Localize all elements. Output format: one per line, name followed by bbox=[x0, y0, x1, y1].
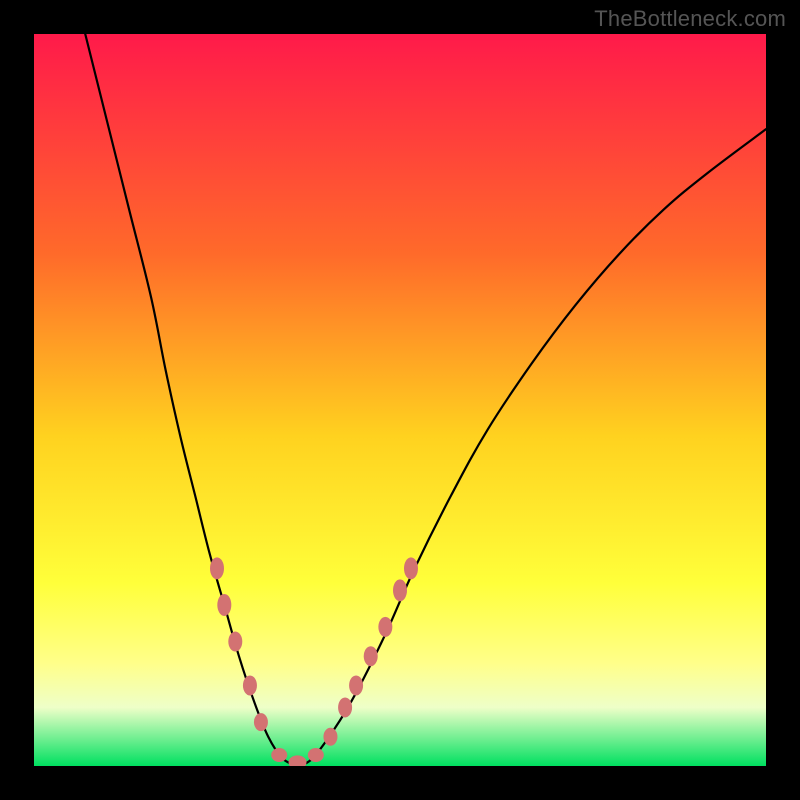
marker-left bbox=[254, 713, 268, 731]
chart-stage: TheBottleneck.com bbox=[0, 0, 800, 800]
marker-right bbox=[349, 675, 363, 695]
marker-right bbox=[323, 728, 337, 746]
marker-left bbox=[228, 632, 242, 652]
marker-right bbox=[338, 697, 352, 717]
marker-right bbox=[404, 557, 418, 579]
marker-bottom bbox=[308, 748, 324, 762]
marker-left bbox=[210, 557, 224, 579]
plot-area bbox=[34, 34, 766, 766]
gradient-background bbox=[34, 34, 766, 766]
marker-left bbox=[243, 675, 257, 695]
marker-right bbox=[393, 579, 407, 601]
marker-right bbox=[364, 646, 378, 666]
bottleneck-chart-svg bbox=[34, 34, 766, 766]
marker-right bbox=[378, 617, 392, 637]
marker-bottom bbox=[271, 748, 287, 762]
watermark-label: TheBottleneck.com bbox=[594, 6, 786, 32]
marker-left bbox=[217, 594, 231, 616]
